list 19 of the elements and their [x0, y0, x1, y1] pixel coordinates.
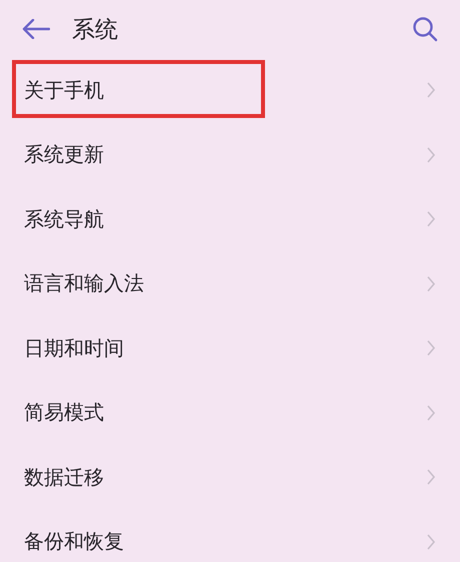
chevron-icon	[426, 146, 436, 163]
settings-item[interactable]: 简易模式	[24, 399, 426, 426]
page-title: 系统	[72, 16, 119, 44]
search-icon[interactable]	[412, 16, 438, 42]
settings-item[interactable]: 备份和恢复	[24, 528, 426, 556]
settings-item[interactable]: 关于手机	[24, 76, 426, 104]
settings-item[interactable]: 日期和时间	[24, 334, 426, 362]
chevron-icon	[426, 469, 436, 486]
chevron-icon	[426, 404, 436, 421]
chevron-icon	[426, 340, 436, 356]
settings-item[interactable]: 数据迁移	[24, 464, 426, 491]
chevron-icon	[426, 276, 436, 292]
settings-item[interactable]: 系统更新	[24, 141, 426, 168]
chevron-icon	[426, 534, 436, 550]
chevron-icon	[426, 82, 436, 98]
back-icon[interactable]	[22, 19, 50, 39]
settings-item[interactable]: 系统导航	[24, 206, 426, 233]
settings-item[interactable]: 语言和输入法	[24, 270, 426, 298]
chevron-icon	[426, 211, 436, 228]
